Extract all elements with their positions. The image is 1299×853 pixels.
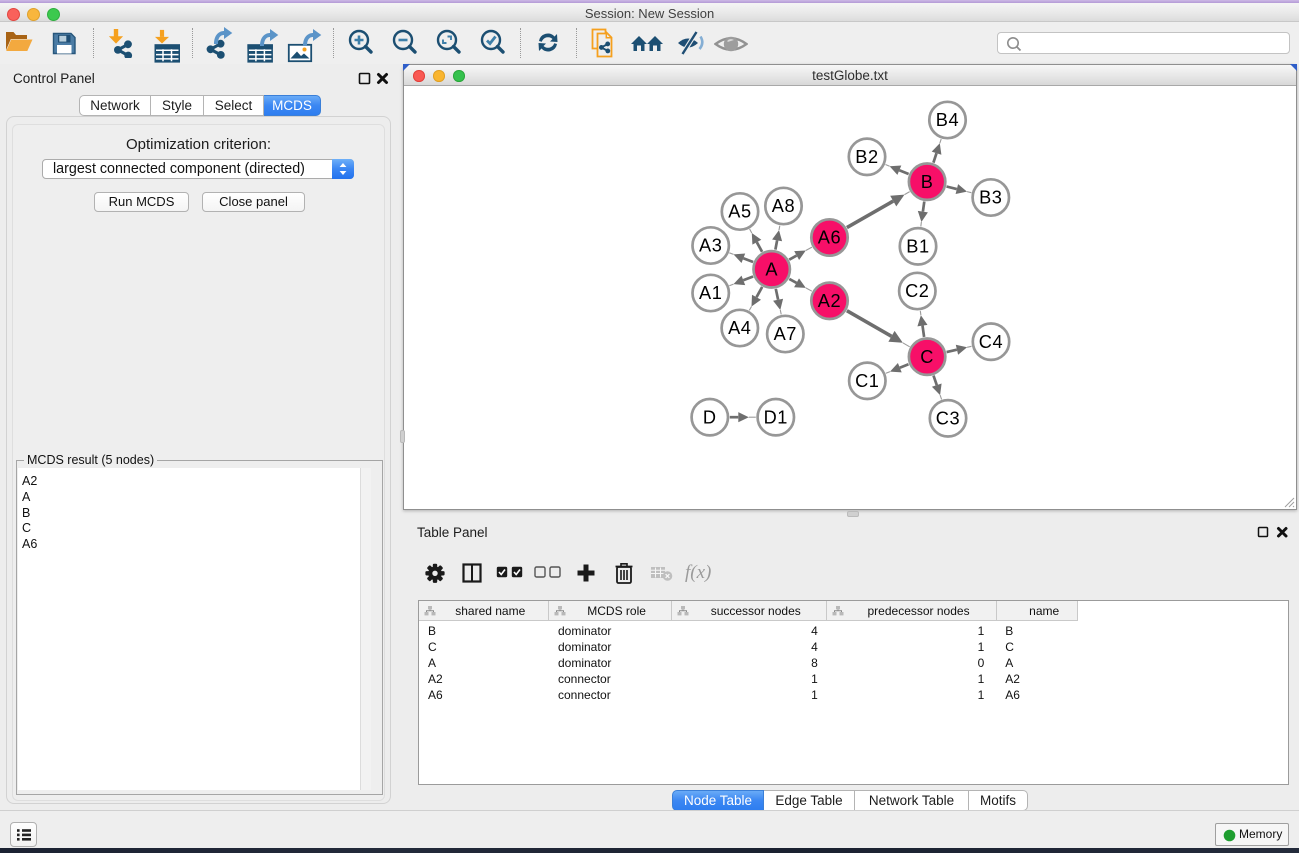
svg-text:A: A	[765, 259, 778, 279]
svg-text:A7: A7	[774, 324, 797, 344]
svg-text:C4: C4	[979, 332, 1003, 352]
svg-text:A2: A2	[818, 291, 841, 311]
svg-text:A3: A3	[699, 236, 722, 256]
svg-text:C3: C3	[936, 408, 960, 428]
svg-text:B4: B4	[936, 110, 959, 130]
svg-text:A8: A8	[772, 196, 795, 216]
svg-text:A1: A1	[699, 283, 722, 303]
svg-text:C: C	[920, 347, 934, 367]
svg-text:A6: A6	[818, 228, 841, 248]
svg-text:B3: B3	[979, 188, 1002, 208]
svg-text:B: B	[921, 172, 934, 192]
svg-text:C2: C2	[905, 281, 929, 301]
svg-text:D1: D1	[764, 407, 788, 427]
svg-text:A4: A4	[728, 318, 751, 338]
svg-text:B1: B1	[906, 236, 929, 256]
svg-text:B2: B2	[855, 147, 878, 167]
svg-text:D: D	[703, 407, 717, 427]
svg-text:C1: C1	[855, 371, 879, 391]
svg-text:A5: A5	[728, 202, 751, 222]
